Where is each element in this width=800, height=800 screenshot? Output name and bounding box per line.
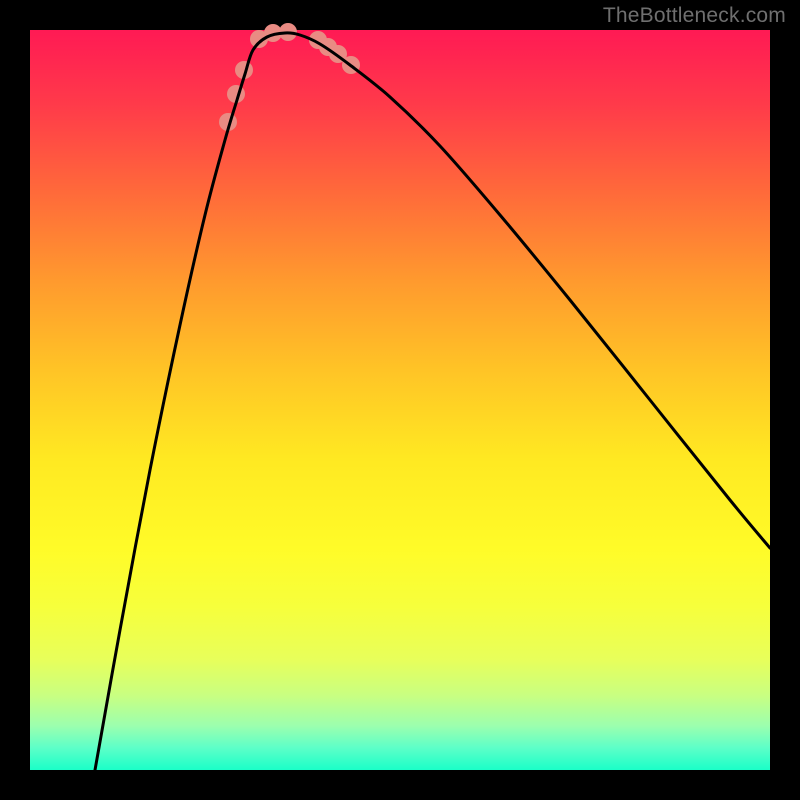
watermark-text: TheBottleneck.com [603, 4, 786, 28]
curve-layer [30, 30, 770, 770]
bottleneck-curve [95, 33, 770, 770]
markers-group [219, 23, 360, 131]
plot-area [30, 30, 770, 770]
chart-frame: TheBottleneck.com [0, 0, 800, 800]
